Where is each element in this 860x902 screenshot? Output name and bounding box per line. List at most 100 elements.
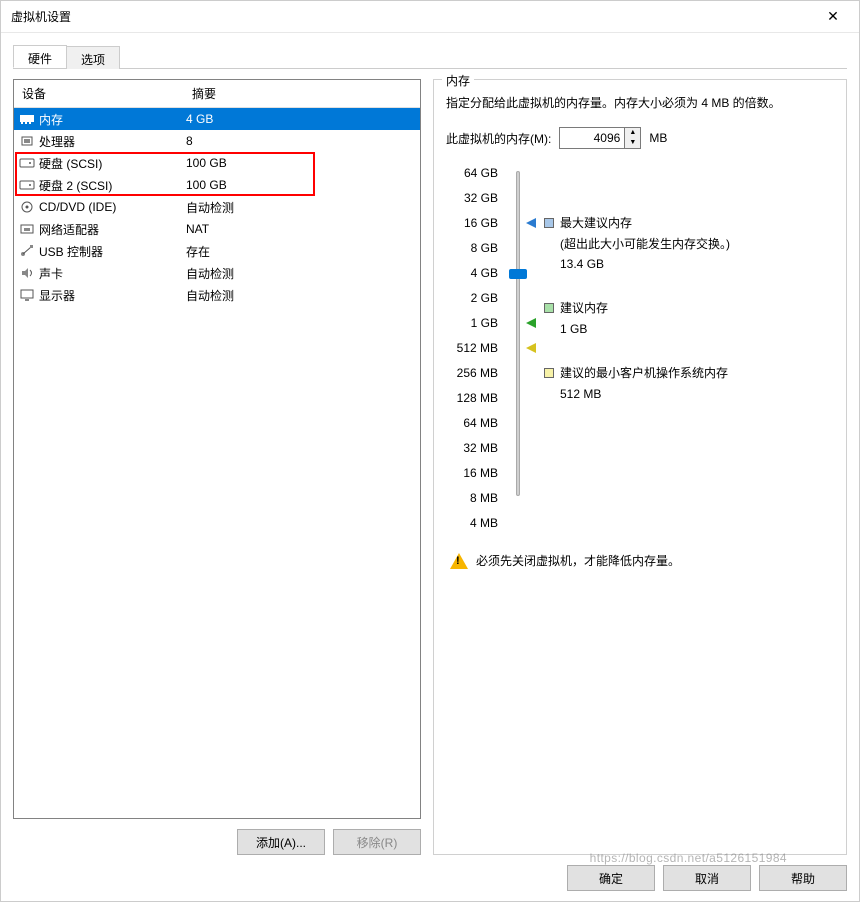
list-rows: 内存 4 GB 处理器 8 硬盘 (SCSI) 100 GB 硬盘 2 (SCS… — [14, 108, 420, 818]
cpu-icon — [18, 133, 36, 149]
legend-rec-value: 1 GB — [560, 319, 608, 339]
table-row[interactable]: 声卡 自动检测 — [14, 262, 420, 284]
square-yellow-icon — [544, 368, 554, 378]
header-device[interactable]: 设备 — [14, 80, 184, 107]
marker-max-icon — [526, 218, 536, 228]
nic-icon — [18, 221, 36, 237]
table-row[interactable]: 显示器 自动检测 — [14, 284, 420, 306]
memory-desc: 指定分配给此虚拟机的内存量。内存大小必须为 4 MB 的倍数。 — [446, 94, 834, 113]
legend-min-value: 512 MB — [560, 384, 728, 404]
slider-area: 64 GB32 GB16 GB8 GB4 GB2 GB1 GB512 MB256… — [446, 161, 834, 536]
legend-max-note: (超出此大小可能发生内存交换。) — [560, 234, 730, 254]
slider-ticks: 64 GB32 GB16 GB8 GB4 GB2 GB1 GB512 MB256… — [446, 161, 506, 536]
table-row[interactable]: USB 控制器 存在 — [14, 240, 420, 262]
device-name: 硬盘 2 (SCSI) — [39, 177, 186, 194]
legend-min: 建议的最小客户机操作系统内存 512 MB — [544, 363, 834, 404]
tick-label: 8 GB — [446, 236, 498, 261]
tick-label: 32 MB — [446, 436, 498, 461]
group-title: 内存 — [442, 72, 474, 89]
ok-button[interactable]: 确定 — [567, 865, 655, 891]
help-button[interactable]: 帮助 — [759, 865, 847, 891]
marker-min-icon — [526, 343, 536, 353]
tick-label: 8 MB — [446, 486, 498, 511]
columns: 设备 摘要 内存 4 GB 处理器 8 硬盘 (SCSI) 100 GB 硬盘 … — [13, 79, 847, 855]
device-summary: 自动检测 — [186, 287, 420, 304]
memory-unit: MB — [649, 131, 667, 145]
close-icon[interactable]: ✕ — [813, 2, 853, 32]
legend-max-title: 最大建议内存 — [560, 213, 730, 233]
tick-label: 1 GB — [446, 311, 498, 336]
warning-row: 必须先关闭虚拟机，才能降低内存量。 — [446, 552, 834, 569]
device-summary: 8 — [186, 134, 420, 148]
tick-label: 4 MB — [446, 511, 498, 536]
device-summary: NAT — [186, 222, 420, 236]
left-panel: 设备 摘要 内存 4 GB 处理器 8 硬盘 (SCSI) 100 GB 硬盘 … — [13, 79, 421, 855]
device-summary: 存在 — [186, 243, 420, 260]
right-panel: 内存 指定分配给此虚拟机的内存量。内存大小必须为 4 MB 的倍数。 此虚拟机的… — [433, 79, 847, 855]
window-title: 虚拟机设置 — [11, 8, 813, 25]
tab-hardware[interactable]: 硬件 — [13, 45, 67, 68]
memory-input[interactable] — [560, 128, 624, 148]
track-line — [516, 171, 520, 496]
disk-icon — [18, 155, 36, 171]
warning-icon — [450, 553, 468, 569]
legend-rec-title: 建议内存 — [560, 298, 608, 318]
device-name: 显示器 — [39, 287, 186, 304]
square-green-icon — [544, 303, 554, 313]
list-header: 设备 摘要 — [14, 80, 420, 108]
tabs: 硬件 选项 — [13, 45, 847, 69]
tick-label: 16 MB — [446, 461, 498, 486]
left-buttons: 添加(A)... 移除(R) — [13, 829, 421, 855]
device-summary: 自动检测 — [186, 265, 420, 282]
device-name: 声卡 — [39, 265, 186, 282]
device-name: 内存 — [39, 111, 186, 128]
tick-label: 256 MB — [446, 361, 498, 386]
warning-text: 必须先关闭虚拟机，才能降低内存量。 — [476, 552, 680, 569]
device-list: 设备 摘要 内存 4 GB 处理器 8 硬盘 (SCSI) 100 GB 硬盘 … — [13, 79, 421, 819]
device-summary: 自动检测 — [186, 199, 420, 216]
table-row[interactable]: 网络适配器 NAT — [14, 218, 420, 240]
cancel-button[interactable]: 取消 — [663, 865, 751, 891]
sound-icon — [18, 265, 36, 281]
spinner-up-icon[interactable]: ▲ — [625, 128, 640, 138]
device-summary: 100 GB — [186, 178, 420, 192]
slider-thumb[interactable] — [509, 269, 527, 279]
table-row[interactable]: 内存 4 GB — [14, 108, 420, 130]
window-body: 硬件 选项 设备 摘要 内存 4 GB 处理器 8 硬盘 (SCSI) 100 — [1, 33, 859, 901]
device-name: 处理器 — [39, 133, 186, 150]
vm-settings-window: 虚拟机设置 ✕ 硬件 选项 设备 摘要 内存 4 GB 处理器 — [0, 0, 860, 902]
legend-max-value: 13.4 GB — [560, 254, 730, 274]
table-row[interactable]: CD/DVD (IDE) 自动检测 — [14, 196, 420, 218]
slider-track[interactable] — [506, 161, 536, 536]
device-name: 网络适配器 — [39, 221, 186, 238]
table-row[interactable]: 处理器 8 — [14, 130, 420, 152]
memory-row: 此虚拟机的内存(M): ▲ ▼ MB — [446, 127, 834, 149]
tab-options[interactable]: 选项 — [66, 46, 120, 69]
legend-min-title: 建议的最小客户机操作系统内存 — [560, 363, 728, 383]
table-row[interactable]: 硬盘 (SCSI) 100 GB — [14, 152, 420, 174]
legend-rec: 建议内存 1 GB — [544, 298, 834, 339]
tick-label: 512 MB — [446, 336, 498, 361]
tick-label: 2 GB — [446, 286, 498, 311]
legend: 最大建议内存 (超出此大小可能发生内存交换。) 13.4 GB 建议内存 — [536, 161, 834, 536]
usb-icon — [18, 243, 36, 259]
memory-label: 此虚拟机的内存(M): — [446, 130, 551, 147]
device-name: CD/DVD (IDE) — [39, 200, 186, 214]
device-name: USB 控制器 — [39, 243, 186, 260]
remove-button[interactable]: 移除(R) — [333, 829, 421, 855]
table-row[interactable]: 硬盘 2 (SCSI) 100 GB — [14, 174, 420, 196]
tick-label: 64 MB — [446, 411, 498, 436]
tick-label: 16 GB — [446, 211, 498, 236]
tick-label: 128 MB — [446, 386, 498, 411]
display-icon — [18, 287, 36, 303]
marker-rec-icon — [526, 318, 536, 328]
spinner-down-icon[interactable]: ▼ — [625, 138, 640, 148]
spinner-arrows: ▲ ▼ — [624, 128, 640, 148]
add-button[interactable]: 添加(A)... — [237, 829, 325, 855]
tick-label: 32 GB — [446, 186, 498, 211]
tick-label: 64 GB — [446, 161, 498, 186]
header-summary[interactable]: 摘要 — [184, 80, 420, 107]
device-name: 硬盘 (SCSI) — [39, 155, 186, 172]
memory-spinner[interactable]: ▲ ▼ — [559, 127, 641, 149]
cd-icon — [18, 199, 36, 215]
